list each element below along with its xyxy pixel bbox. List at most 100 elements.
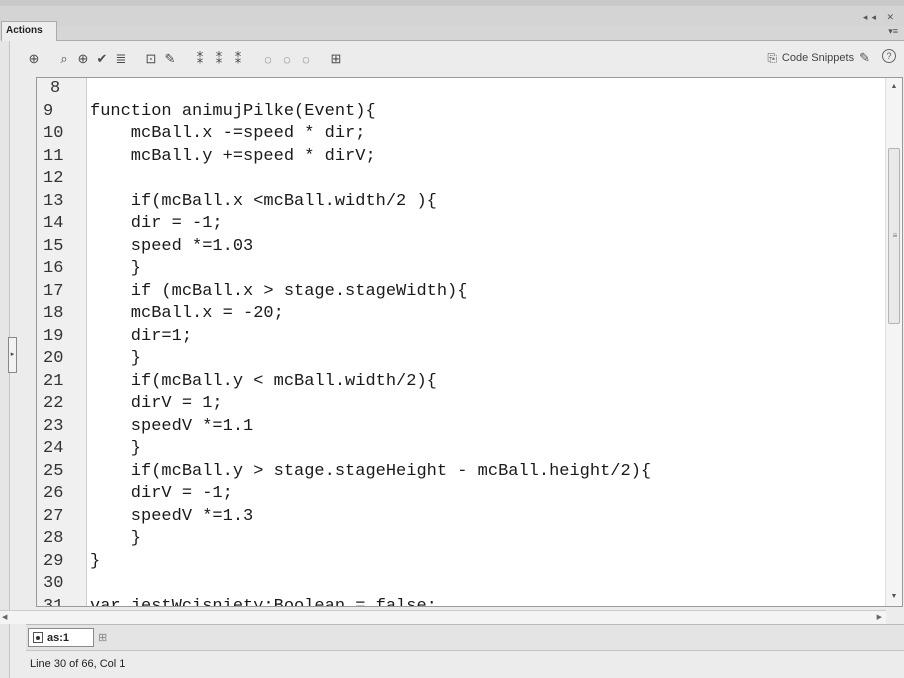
grip-icon: ≡ [892, 231, 898, 240]
line-code-text[interactable]: } [87, 258, 141, 281]
code-line[interactable]: 26 dirV = -1; [37, 483, 885, 506]
line-code-text[interactable]: mcBall.y +=speed * dirV; [87, 146, 376, 169]
line-number: 27 [43, 506, 64, 526]
expand-all-icon[interactable]: ⁑ [230, 50, 246, 68]
apply-line-comment-icon[interactable]: ◌ [279, 50, 295, 68]
line-number: 29 [43, 551, 64, 571]
script-file-icon [33, 632, 43, 643]
show-code-hint-icon[interactable]: ⊡ [143, 50, 159, 68]
code-line[interactable]: 12 [37, 168, 885, 191]
code-line[interactable]: 11 mcBall.y +=speed * dirV; [37, 146, 885, 169]
line-code-text[interactable]: dir=1; [87, 326, 192, 349]
line-code-text[interactable]: mcBall.x -=speed * dir; [87, 123, 366, 146]
line-code-text[interactable]: if (mcBall.x > stage.stageWidth){ [87, 281, 468, 304]
code-snippets-button[interactable]: ⎘ Code Snippets ✎ [767, 50, 870, 66]
remove-comment-icon[interactable]: ◌ [298, 50, 314, 68]
scroll-left-arrow-icon[interactable]: ◀ [2, 611, 7, 624]
code-line[interactable]: 31 var jestWcisniety:Boolean = false; [37, 596, 885, 607]
code-line[interactable]: 27 speedV *=1.3 [37, 506, 885, 529]
wand-icon[interactable]: ✎ [859, 50, 870, 66]
line-code-text[interactable]: } [87, 438, 141, 461]
line-number: 19 [43, 326, 64, 346]
vertical-scroll-thumb[interactable]: ≡ [888, 148, 900, 324]
status-bar: Line 30 of 66, Col 1 [26, 650, 904, 678]
line-code-text[interactable]: var jestWcisniety:Boolean = false; [87, 596, 437, 607]
add-new-item-icon[interactable]: ⊕ [26, 50, 42, 68]
panel-title-bar: ◂◂ ✕ [0, 0, 904, 26]
scroll-down-arrow-icon[interactable]: ▼ [886, 590, 902, 604]
line-number: 28 [43, 529, 64, 548]
line-code-text[interactable] [87, 78, 90, 101]
line-number: 17 [43, 281, 64, 301]
line-code-text[interactable]: function animujPilke(Event){ [87, 101, 376, 124]
line-number: 22 [43, 394, 64, 413]
line-code-text[interactable]: dir = -1; [87, 213, 223, 236]
line-number: 21 [43, 371, 64, 391]
line-code-text[interactable] [87, 168, 90, 191]
code-line[interactable]: 9 function animujPilke(Event){ [37, 101, 885, 124]
line-code-text[interactable]: speedV *=1.3 [87, 506, 253, 529]
collapse-selection-icon[interactable]: ⁑ [211, 50, 227, 68]
line-code-text[interactable]: dirV = -1; [87, 483, 233, 506]
line-number: 12 [43, 169, 64, 188]
tab-actions[interactable]: Actions [1, 21, 57, 41]
code-line[interactable]: 20 } [37, 348, 885, 371]
code-line[interactable]: 19 dir=1; [37, 326, 885, 349]
code-line[interactable]: 14 dir = -1; [37, 213, 885, 236]
code-line[interactable]: 21 if(mcBall.y < mcBall.width/2){ [37, 371, 885, 394]
code-lines[interactable]: 8 9 function animujPilke(Event){10 mcBall.… [37, 78, 885, 607]
line-code-text[interactable]: dirV = 1; [87, 393, 223, 416]
code-line[interactable]: 30 [37, 573, 885, 596]
line-number: 9 [43, 101, 54, 121]
line-code-text[interactable]: } [87, 551, 100, 574]
panel-menu-icon[interactable]: ▾≡ [888, 26, 898, 37]
code-line[interactable]: 8 [37, 78, 885, 101]
vertical-scrollbar[interactable]: ▲ ≡ ▼ [885, 78, 902, 606]
scroll-up-arrow-icon[interactable]: ▲ [886, 80, 902, 94]
show-hide-toolbox-icon[interactable]: ⊞ [328, 50, 344, 68]
line-code-text[interactable]: speed *=1.03 [87, 236, 253, 259]
script-tab-as1[interactable]: as:1 [28, 628, 94, 647]
code-line[interactable]: 24 } [37, 438, 885, 461]
horizontal-scrollbar[interactable]: ◀ ▶ [0, 610, 886, 624]
code-line[interactable]: 29} [37, 551, 885, 574]
collapse-between-braces-icon[interactable]: ⁑ [192, 50, 208, 68]
line-number: 26 [43, 484, 64, 503]
code-line[interactable]: 16 } [37, 258, 885, 281]
line-code-text[interactable]: } [87, 348, 141, 371]
line-number: 30 [43, 574, 64, 593]
line-code-text[interactable]: if(mcBall.y < mcBall.width/2){ [87, 371, 437, 394]
script-editor[interactable]: 8 9 function animujPilke(Event){10 mcBall.… [36, 77, 903, 607]
pin-script-icon[interactable]: ⊞ [98, 631, 107, 644]
code-line[interactable]: 18 mcBall.x = -20; [37, 303, 885, 326]
line-number: 16 [43, 259, 64, 278]
insert-target-path-icon[interactable]: ⊕ [75, 50, 91, 68]
code-line[interactable]: 10 mcBall.x -=speed * dir; [37, 123, 885, 146]
code-line[interactable]: 25 if(mcBall.y > stage.stageHeight - mcB… [37, 461, 885, 484]
line-number: 14 [43, 214, 64, 233]
code-line[interactable]: 28 } [37, 528, 885, 551]
code-line[interactable]: 13 if(mcBall.x <mcBall.width/2 ){ [37, 191, 885, 214]
window-controls[interactable]: ◂◂ ✕ [863, 12, 898, 23]
line-code-text[interactable]: mcBall.x = -20; [87, 303, 284, 326]
auto-format-icon[interactable]: ≣ [113, 50, 129, 68]
line-code-text[interactable]: if(mcBall.x <mcBall.width/2 ){ [87, 191, 437, 214]
line-number: 15 [43, 236, 64, 256]
check-syntax-icon[interactable]: ✔ [94, 50, 110, 68]
scroll-right-arrow-icon[interactable]: ▶ [877, 611, 882, 624]
code-line[interactable]: 22 dirV = 1; [37, 393, 885, 416]
debug-options-icon[interactable]: ✎ [162, 50, 178, 68]
line-code-text[interactable]: speedV *=1.1 [87, 416, 253, 439]
line-code-text[interactable]: } [87, 528, 141, 551]
code-line[interactable]: 23 speedV *=1.1 [37, 416, 885, 439]
find-icon[interactable]: ⌕ [56, 50, 72, 68]
code-line[interactable]: 17 if (mcBall.x > stage.stageWidth){ [37, 281, 885, 304]
expand-navigator-handle[interactable]: ▸ [8, 337, 17, 373]
apply-block-comment-icon[interactable]: ◌ [260, 50, 276, 68]
code-line[interactable]: 15 speed *=1.03 [37, 236, 885, 259]
help-icon[interactable]: ? [882, 49, 896, 63]
line-code-text[interactable]: if(mcBall.y > stage.stageHeight - mcBall… [87, 461, 651, 484]
line-code-text[interactable] [87, 573, 90, 596]
line-number: 11 [43, 146, 64, 166]
line-number: 24 [43, 439, 64, 458]
